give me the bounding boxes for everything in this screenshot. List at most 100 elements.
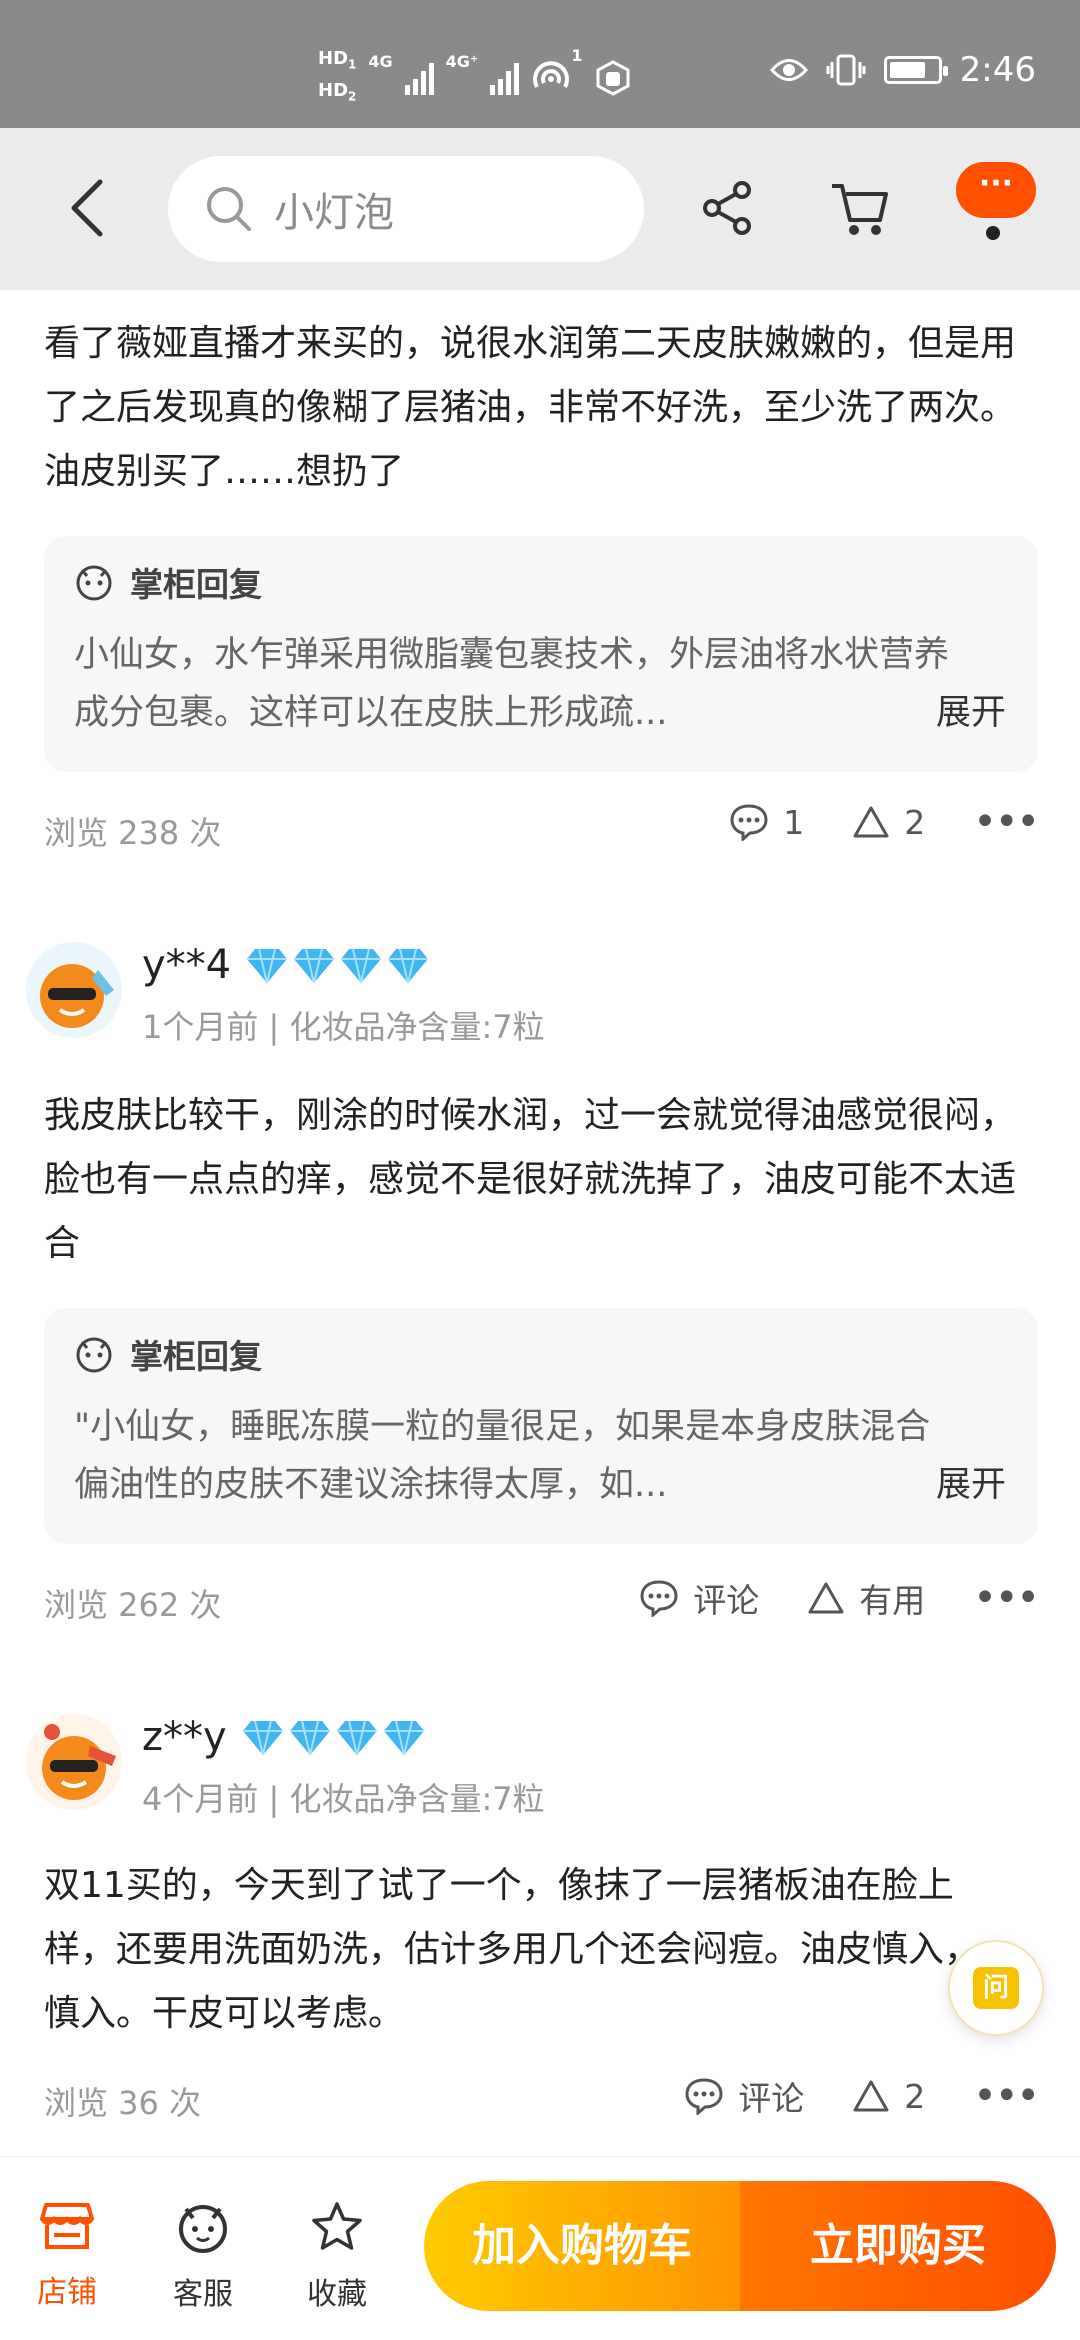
comment-icon: [730, 804, 768, 841]
useful-label: 有用: [859, 1581, 926, 1620]
favorite-label: 收藏: [307, 2277, 367, 2312]
review-actions: 评论 2 •••: [636, 2072, 1040, 2120]
review-meta-0: 浏览 238 次 1 2 •••: [44, 802, 1040, 852]
more-dots-icon[interactable]: •••: [973, 2076, 1040, 2116]
useful-count: 2: [904, 802, 926, 842]
expand-link[interactable]: 展开: [936, 1456, 1006, 1507]
shopkeeper-face-icon: [76, 1337, 112, 1373]
avatar[interactable]: [24, 1712, 124, 1812]
ask-question-button[interactable]: 问: [948, 1940, 1044, 2036]
more-dots-icon[interactable]: •••: [973, 1578, 1040, 1618]
more-menu-button[interactable]: ···: [956, 162, 1036, 218]
hotspot-count: 1: [571, 46, 583, 65]
hd2-sub: 2: [348, 89, 357, 104]
expand-link[interactable]: 展开: [936, 684, 1006, 735]
comment-button[interactable]: 评论: [639, 1574, 759, 1622]
shopkeeper-face-icon: [76, 565, 112, 601]
diamond-icon: [341, 948, 382, 984]
useful-button[interactable]: 2: [852, 803, 925, 842]
reply-title-text: 掌柜回复: [130, 565, 262, 604]
review-actions: 评论 有用 •••: [591, 1574, 1040, 1622]
reviewer-row-2: z**y 4个月前 | 化妆品净含量:7粒: [24, 1712, 1054, 1822]
comment-button[interactable]: 评论: [684, 2072, 804, 2120]
notification-dot: [986, 226, 1000, 240]
review-text-0: 看了薇娅直播才来买的，说很水润第二天皮肤嫩嫩的，但是用了之后发现真的像糊了层猪油…: [44, 323, 1017, 492]
useful-count: 2: [904, 2076, 926, 2116]
seller-reply-0: 掌柜回复 小仙女，水乍弹采用微脂囊包裹技术，外层油将水状营养成分包裹。这样可以在…: [44, 536, 1038, 772]
shop-icon: [40, 2203, 94, 2249]
purchase-buttons: 加入购物车 立即购买: [424, 2181, 1056, 2311]
status-right: 2:46: [769, 50, 1036, 90]
useful-button[interactable]: 2: [852, 2077, 925, 2116]
view-count: 浏览 262 次: [44, 1586, 222, 1624]
diamond-icon: [383, 1720, 424, 1756]
comment-label: 评论: [738, 2079, 805, 2118]
favorite-button[interactable]: 收藏: [282, 2201, 392, 2313]
view-count: 浏览 238 次: [44, 814, 222, 852]
member-level-diamonds: [241, 1717, 426, 1757]
top-nav: 小灯泡 ···: [0, 128, 1080, 290]
hd1-sub: 1: [348, 57, 357, 72]
diamond-icon: [289, 1720, 330, 1756]
network-1-label: 4G: [368, 52, 393, 71]
reply-title: 掌柜回复: [74, 558, 262, 606]
clock: 2:46: [959, 50, 1036, 90]
reply-title: 掌柜回复: [74, 1330, 262, 1378]
search-bar[interactable]: 小灯泡: [168, 156, 644, 262]
back-arrow-icon[interactable]: [66, 178, 110, 238]
network-2-label: 4G⁺: [445, 52, 479, 71]
bottom-action-bar: 店铺 客服 收藏 加入购物车 立即购买: [0, 2156, 1080, 2340]
review-text-2: 双11买的，今天到了试了一个，像抹了一层猪板油在脸上样，还要用洗面奶洗，估计多用…: [44, 1865, 981, 2034]
comment-icon: [685, 2078, 723, 2115]
review-meta-1: 浏览 262 次 评论 有用 •••: [44, 1574, 1040, 1624]
review-text-1: 我皮肤比较干，刚涂的时候水润，过一会就觉得油感觉很闷，脸也有一点点的痒，感觉不是…: [44, 1095, 1017, 1264]
comment-button[interactable]: 1: [729, 803, 804, 842]
buy-now-button[interactable]: 立即购买: [740, 2181, 1056, 2311]
username-text: z**y: [142, 1714, 227, 1760]
signal-2-icon: [490, 61, 520, 95]
comment-icon: [640, 1580, 678, 1617]
customer-service-button[interactable]: 客服: [148, 2201, 258, 2313]
diamond-icon: [336, 1720, 377, 1756]
reply-title-text: 掌柜回复: [130, 1337, 262, 1376]
shop-button[interactable]: 店铺: [12, 2201, 122, 2311]
username-text: y**4: [142, 942, 232, 988]
search-icon: [207, 187, 251, 231]
diamond-icon: [388, 948, 429, 984]
more-dots-icon[interactable]: •••: [973, 802, 1040, 842]
star-icon: [312, 2202, 362, 2250]
triangle-icon: [808, 1582, 844, 1614]
reply-body: "小仙女，睡眠冻膜一粒的量很足，如果是本身皮肤混合偏油性的皮肤不建议涂抹得太厚，…: [74, 1407, 931, 1505]
vibrate-icon: [826, 54, 866, 86]
add-to-cart-button[interactable]: 加入购物车: [424, 2181, 740, 2311]
useful-button[interactable]: 有用: [807, 1574, 925, 1622]
share-icon[interactable]: [700, 180, 754, 236]
username: y**4: [142, 942, 430, 988]
service-label: 客服: [173, 2277, 233, 2312]
seller-reply-1: 掌柜回复 "小仙女，睡眠冻膜一粒的量很足，如果是本身皮肤混合偏油性的皮肤不建议涂…: [44, 1308, 1038, 1544]
hd1-label: HD: [318, 48, 349, 69]
comment-count: 1: [783, 802, 805, 842]
avatar[interactable]: [24, 940, 124, 1040]
hotspot-icon: [533, 60, 570, 88]
battery-icon: [883, 56, 948, 84]
review-actions: 1 2 •••: [681, 802, 1040, 842]
ask-icon: 问: [973, 1967, 1019, 2009]
shop-label: 店铺: [37, 2275, 97, 2310]
triangle-icon: [853, 806, 889, 838]
member-level-diamonds: [245, 945, 430, 985]
status-left: HD1 HD2 4G 4G⁺ 1: [318, 46, 631, 109]
hd2-label: HD: [318, 79, 349, 101]
status-bar: HD1 HD2 4G 4G⁺ 1 2:46: [0, 0, 1080, 128]
reviewer-row-1: y**4 1个月前 | 化妆品净含量:7粒: [24, 940, 1054, 1050]
diamond-icon: [242, 1720, 283, 1756]
review-date-spec: 1个月前 | 化妆品净含量:7粒: [142, 1008, 545, 1046]
hd-indicators: HD1 HD2: [318, 46, 356, 109]
username: z**y: [142, 1714, 426, 1760]
search-placeholder: 小灯泡: [274, 190, 394, 236]
privacy-hand-icon: [596, 59, 629, 96]
triangle-icon: [853, 2080, 889, 2112]
cart-icon[interactable]: [830, 180, 890, 238]
review-meta-2: 浏览 36 次 评论 2 •••: [44, 2072, 1040, 2122]
signal-1-icon: [404, 61, 434, 95]
